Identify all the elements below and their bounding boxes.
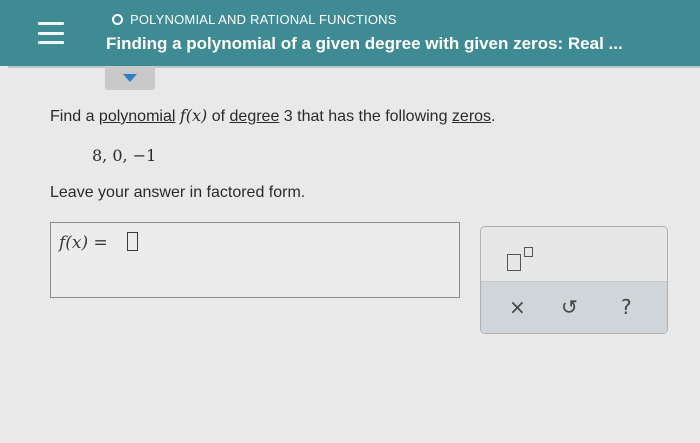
prompt-prefix: Find a	[50, 108, 99, 125]
menu-icon[interactable]	[38, 22, 64, 44]
topic-title: Finding a polynomial of a given degree w…	[106, 34, 623, 53]
prompt-suffix: .	[491, 108, 496, 125]
exponent-icon[interactable]	[507, 245, 541, 275]
zeros-list: 8, 0, −1	[92, 146, 157, 165]
prompt-middle2: 3 that has the following	[279, 108, 452, 125]
problem-statement: Find a polynomial f(x) of degree 3 that …	[50, 106, 496, 126]
circle-icon	[112, 14, 123, 25]
instruction-text: Leave your answer in factored form.	[50, 184, 306, 201]
category-title: POLYNOMIAL AND RATIONAL FUNCTIONS	[112, 12, 397, 27]
function-notation: f(x)	[179, 106, 208, 125]
collapse-tab[interactable]	[105, 66, 155, 90]
clear-button[interactable]: ×	[509, 296, 526, 318]
zeros-link[interactable]: zeros	[452, 108, 491, 125]
degree-link[interactable]: degree	[230, 108, 280, 125]
category-label: POLYNOMIAL AND RATIONAL FUNCTIONS	[130, 12, 397, 27]
math-tool-panel: × ↺ ?	[480, 226, 668, 334]
prompt-middle: of	[207, 108, 230, 125]
chevron-down-icon	[123, 74, 137, 82]
tool-actions: × ↺ ?	[481, 281, 667, 333]
answer-area[interactable]: f(x) =	[50, 222, 460, 298]
polynomial-link[interactable]: polynomial	[99, 108, 175, 125]
answer-label: f(x) =	[59, 233, 108, 253]
top-header: POLYNOMIAL AND RATIONAL FUNCTIONS Findin…	[0, 0, 700, 66]
help-button[interactable]: ?	[621, 296, 632, 318]
answer-input[interactable]	[127, 232, 138, 251]
undo-button[interactable]: ↺	[561, 296, 578, 318]
